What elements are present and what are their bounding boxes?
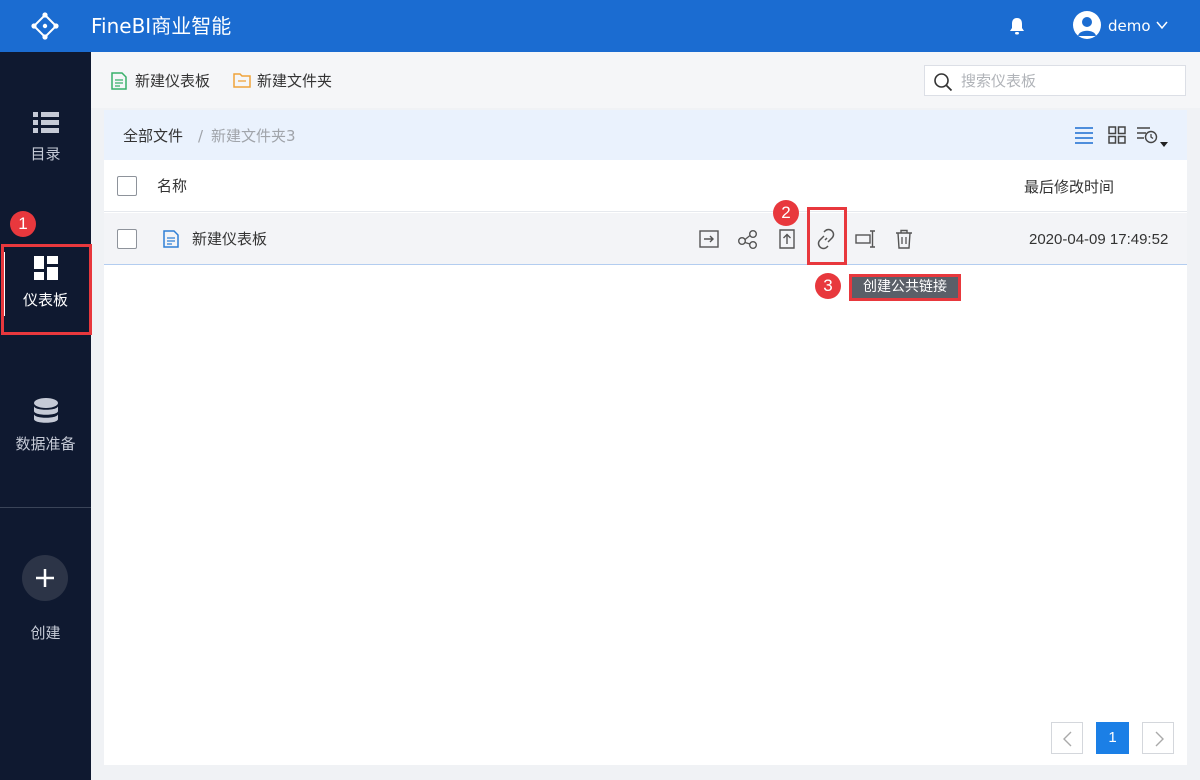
table-row[interactable]: 新建仪表板 2020-04-09 17:49:52	[104, 213, 1187, 265]
toolbar: 新建仪表板 新建文件夹	[91, 52, 1200, 108]
list-icon	[32, 112, 59, 133]
username[interactable]: demo	[1108, 16, 1151, 36]
prev-page-button[interactable]	[1051, 722, 1083, 754]
breadcrumb-current: 新建文件夹3	[211, 127, 296, 145]
chevron-down-icon[interactable]	[1155, 18, 1169, 32]
delete-icon[interactable]	[893, 228, 915, 250]
sidebar-item-label: 数据准备	[15, 435, 76, 453]
new-dashboard-label: 新建仪表板	[135, 72, 211, 90]
dashboard-file-icon	[163, 230, 179, 248]
export-icon[interactable]	[776, 228, 798, 250]
sidebar: 目录 仪表板 数据准备 创建	[0, 52, 91, 780]
sort-time-icon[interactable]	[1136, 126, 1170, 150]
search-box[interactable]	[924, 65, 1186, 96]
annotation-box-2	[807, 207, 847, 265]
new-folder-label: 新建文件夹	[257, 72, 333, 90]
share-icon[interactable]	[737, 228, 759, 250]
sidebar-item-label: 目录	[30, 145, 61, 163]
tooltip: 创建公共链接	[849, 274, 961, 301]
search-icon	[934, 73, 953, 92]
breadcrumb-root[interactable]: 全部文件	[123, 126, 183, 146]
modified-time: 2020-04-09 17:49:52	[1029, 231, 1169, 248]
annotation-badge-1: 1	[10, 211, 36, 237]
move-icon[interactable]	[698, 228, 720, 250]
app-title: FineBI商业智能	[91, 14, 232, 38]
column-header-modified[interactable]: 最后修改时间	[1024, 177, 1114, 197]
breadcrumb-separator: /	[198, 127, 204, 145]
table-header: 名称 最后修改时间	[104, 160, 1187, 212]
create-button[interactable]	[22, 555, 68, 601]
sidebar-item-data-prep[interactable]: 数据准备	[0, 398, 91, 454]
database-icon	[33, 398, 58, 423]
select-all-checkbox[interactable]	[117, 176, 137, 196]
grid-view-icon[interactable]	[1108, 126, 1126, 144]
create-label-wrap: 创建	[0, 613, 91, 643]
next-page-button[interactable]	[1142, 722, 1174, 754]
new-dashboard-icon	[111, 72, 127, 90]
chevron-right-icon	[1155, 731, 1164, 747]
sidebar-divider	[0, 507, 91, 508]
annotation-box-1	[1, 244, 92, 335]
row-checkbox[interactable]	[117, 229, 137, 249]
create-label: 创建	[30, 624, 61, 642]
current-page-button[interactable]: 1	[1096, 722, 1129, 754]
breadcrumb: 全部文件 / 新建文件夹3	[104, 110, 1187, 160]
search-input[interactable]	[961, 70, 1171, 91]
rename-icon[interactable]	[855, 228, 877, 250]
top-bar: FineBI商业智能 demo	[0, 0, 1200, 52]
bell-icon[interactable]	[1008, 16, 1026, 36]
avatar[interactable]	[1073, 11, 1101, 39]
sidebar-item-catalog[interactable]: 目录	[0, 112, 91, 164]
file-name[interactable]: 新建仪表板	[192, 229, 267, 249]
finebi-logo-icon[interactable]	[30, 12, 60, 40]
annotation-badge-2: 2	[773, 200, 799, 226]
plus-icon	[36, 569, 54, 587]
content-panel: 全部文件 / 新建文件夹3 名称 最后修改时间 新建仪表板 2020-04-09…	[104, 110, 1187, 765]
list-view-icon[interactable]	[1074, 126, 1094, 144]
column-header-name[interactable]: 名称	[157, 176, 187, 196]
chevron-left-icon	[1063, 731, 1072, 747]
folder-icon	[233, 73, 251, 88]
annotation-badge-3: 3	[815, 273, 841, 299]
